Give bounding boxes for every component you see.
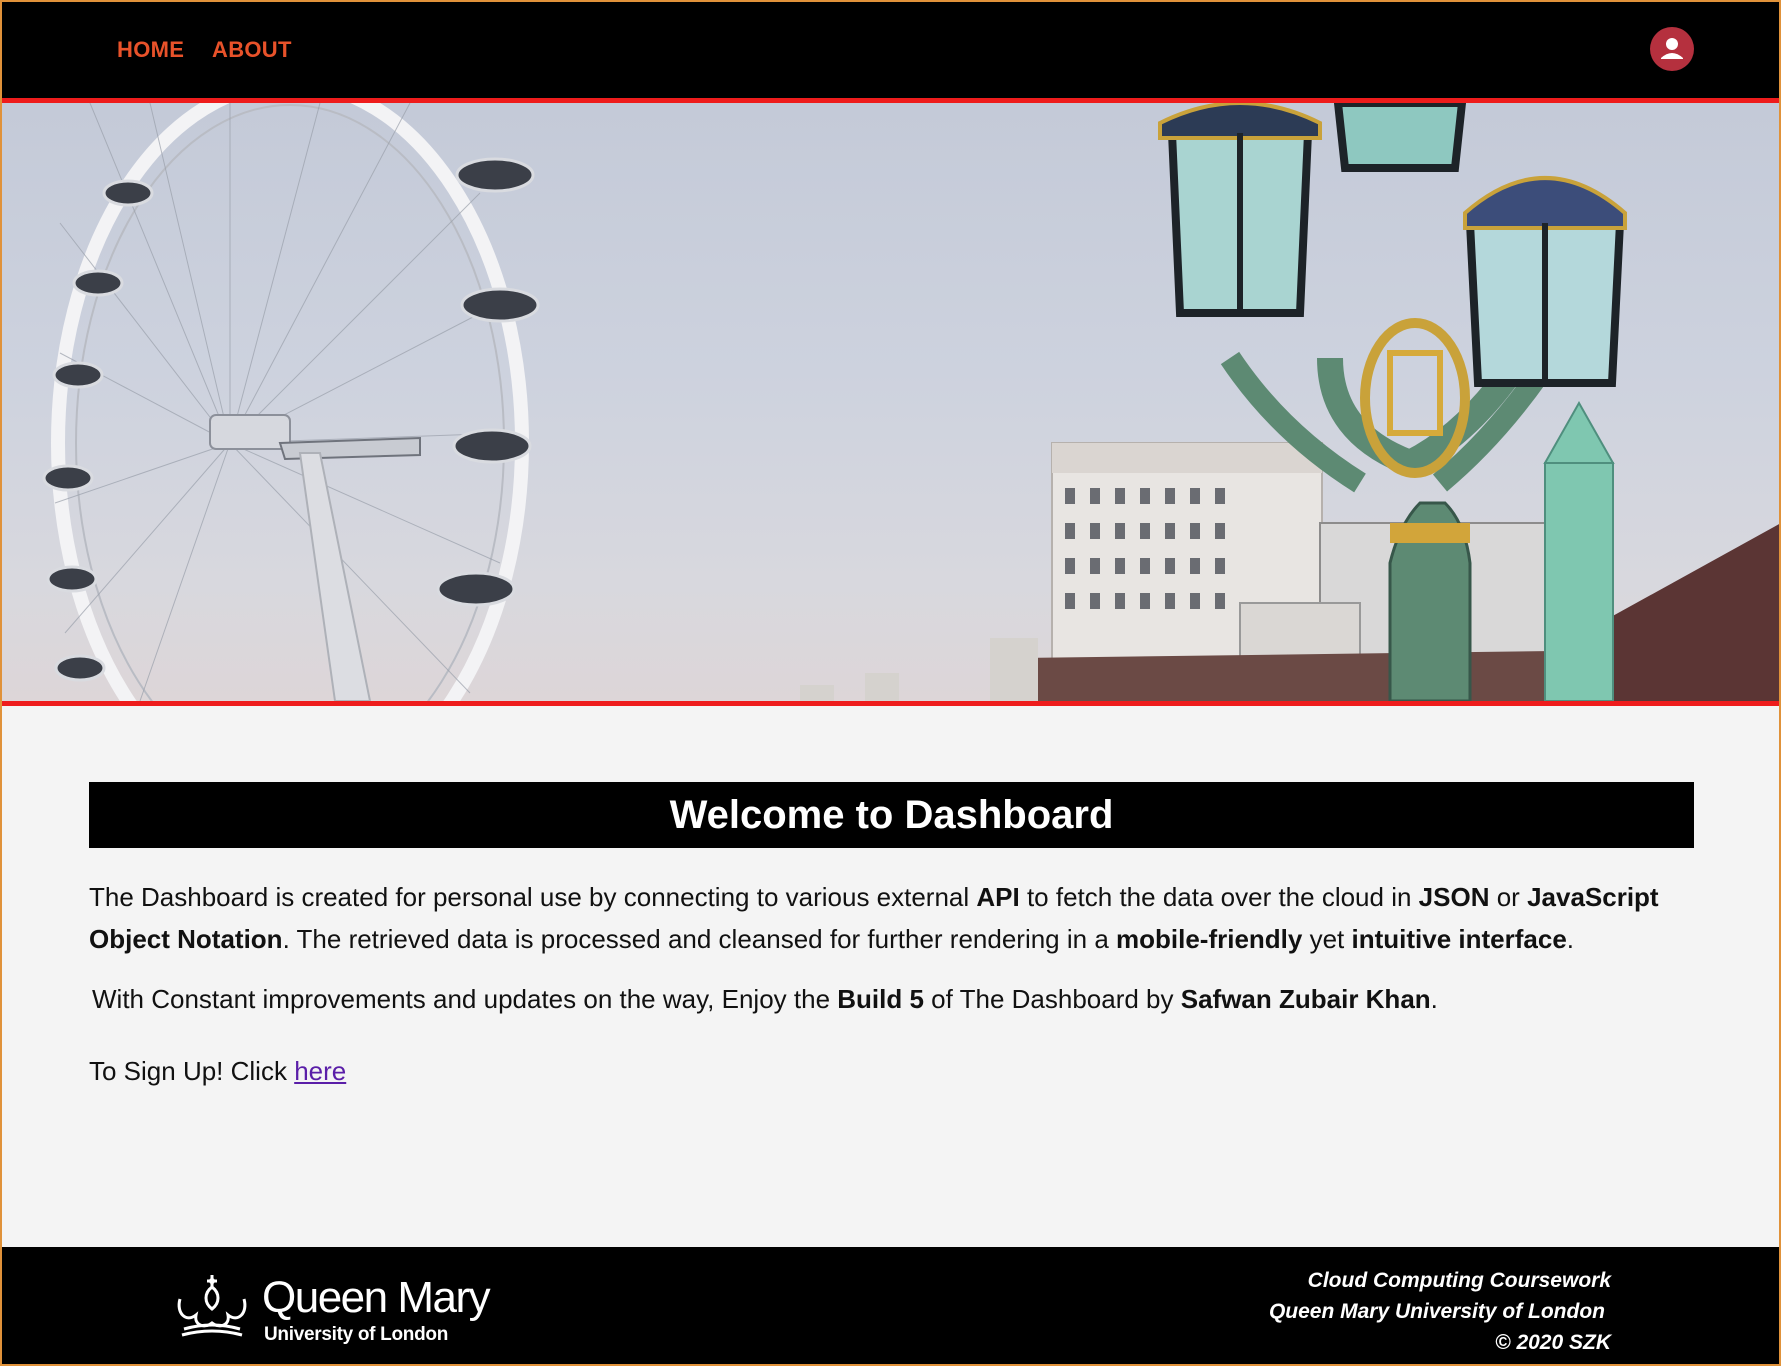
build-text-2: of The Dashboard by	[923, 984, 1181, 1014]
credit-line-2: Queen Mary University of London	[1268, 1300, 1605, 1323]
build-text-1: With Constant improvements and updates o…	[92, 984, 838, 1014]
intro-text-2: to fetch the data over the cloud in	[1019, 882, 1419, 912]
signup-text: To Sign Up! Click	[89, 1056, 295, 1086]
footer-credits: Cloud Computing Coursework Queen Mary Un…	[1269, 1265, 1611, 1358]
credit-line-3: © 2020 SZK	[1495, 1331, 1611, 1354]
intro-bold-mobile-friendly: mobile-friendly	[1116, 924, 1303, 954]
signup-paragraph: To Sign Up! Click here	[89, 1056, 1694, 1087]
nav-about-link[interactable]: ABOUT	[212, 37, 292, 63]
main-content: Welcome to Dashboard The Dashboard is cr…	[89, 782, 1694, 1087]
welcome-banner: Welcome to Dashboard	[89, 782, 1694, 848]
hero-image	[0, 98, 1781, 706]
intro-text-5: yet	[1302, 924, 1352, 954]
top-navbar: HOME ABOUT	[0, 0, 1781, 98]
intro-paragraph: The Dashboard is created for personal us…	[89, 876, 1694, 960]
intro-text-1: The Dashboard is created for personal us…	[89, 882, 977, 912]
build-bold-author: Safwan Zubair Khan	[1180, 984, 1431, 1014]
build-bold-version: Build 5	[837, 984, 924, 1014]
intro-text-3: or	[1489, 882, 1528, 912]
nav-home-link[interactable]: HOME	[117, 37, 184, 63]
eye-capsules	[42, 157, 540, 682]
build-text-3: .	[1430, 984, 1438, 1014]
signup-link[interactable]: here	[294, 1056, 346, 1086]
intro-bold-intuitive-interface: intuitive interface	[1351, 924, 1567, 954]
queen-mary-logo: Queen Mary University of London	[172, 1261, 492, 1353]
london-skyline-illustration	[42, 103, 1781, 701]
user-icon	[1661, 38, 1683, 59]
logo-name: Queen Mary	[262, 1273, 491, 1322]
intro-bold-json: JSON	[1418, 882, 1490, 912]
credit-line-1: Cloud Computing Coursework	[1307, 1269, 1611, 1292]
buildings	[800, 400, 1781, 701]
intro-text-6: .	[1566, 924, 1575, 954]
intro-text-4: . The retrieved data is processed and cl…	[282, 924, 1117, 954]
user-avatar-button[interactable]	[1650, 27, 1694, 71]
crown-icon	[177, 1275, 247, 1337]
build-paragraph: With Constant improvements and updates o…	[89, 978, 1694, 1020]
intro-bold-api: API	[976, 882, 1020, 912]
logo-subtitle: University of London	[264, 1324, 449, 1345]
footer: Queen Mary University of London Cloud Co…	[0, 1247, 1781, 1366]
